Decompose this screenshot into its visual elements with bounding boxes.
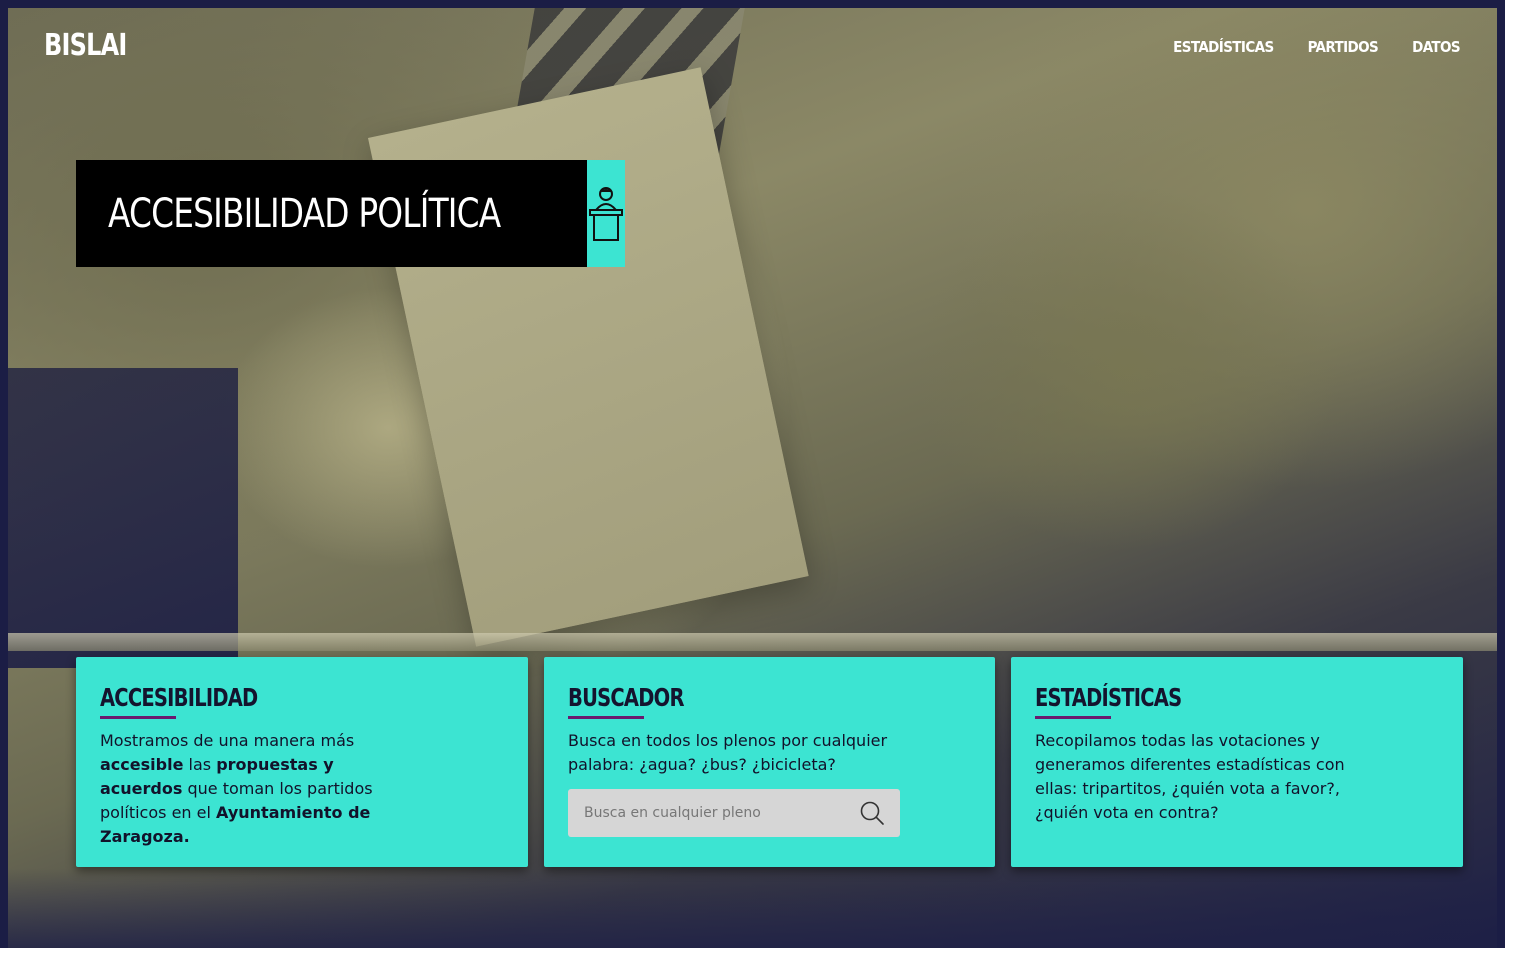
card-text: Mostramos de una manera más accesible la…	[100, 731, 373, 846]
heading-underline	[1035, 716, 1111, 719]
hero-photo-sleeve	[8, 368, 238, 668]
nav-item-datos[interactable]: DATOS	[1412, 38, 1460, 56]
card-heading: ESTADÍSTICAS	[1035, 683, 1182, 712]
search-input[interactable]	[584, 805, 858, 821]
search-box	[568, 789, 900, 837]
card-heading: ACCESIBILIDAD	[100, 683, 258, 712]
heading-underline	[568, 716, 644, 719]
nav-item-partidos[interactable]: PARTIDOS	[1308, 38, 1379, 56]
top-nav: ESTADÍSTICAS PARTIDOS DATOS	[1173, 38, 1460, 56]
card-accesibilidad: ACCESIBILIDAD Mostramos de una manera má…	[76, 657, 528, 867]
site-logo[interactable]: BISLAI	[44, 28, 127, 63]
card-heading: BUSCADOR	[568, 683, 684, 712]
hero-photo-envelope	[368, 67, 809, 647]
card-text: Recopilamos todas las votaciones y gener…	[1035, 731, 1345, 822]
hero-title-box: ACCESIBILIDAD POLÍTICA	[76, 160, 625, 267]
nav-item-estadisticas[interactable]: ESTADÍSTICAS	[1173, 38, 1274, 56]
card-text: Busca en todos los plenos por cualquier …	[568, 731, 888, 774]
speaker-podium-icon	[588, 186, 623, 241]
card-buscador: BUSCADOR Busca en todos los plenos por c…	[544, 657, 995, 867]
hero-photo-shadow	[8, 868, 1497, 948]
search-icon	[860, 801, 884, 825]
heading-underline	[100, 716, 176, 719]
title-icon-block	[586, 160, 625, 267]
card-estadisticas: ESTADÍSTICAS Recopilamos todas las votac…	[1011, 657, 1463, 867]
hero-photo-ballot-box	[8, 633, 1497, 651]
page-title: ACCESIBILIDAD POLÍTICA	[108, 190, 501, 237]
search-button[interactable]	[858, 799, 886, 827]
